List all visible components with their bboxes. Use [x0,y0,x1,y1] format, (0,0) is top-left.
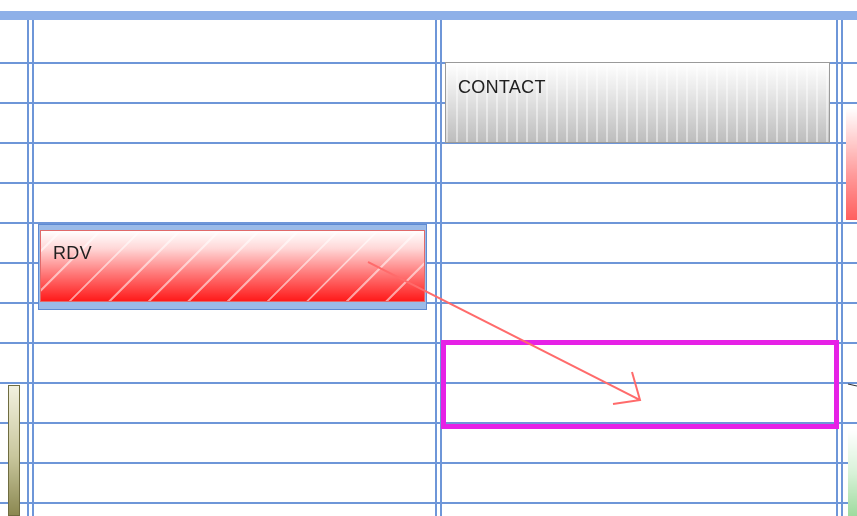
column-divider [841,20,843,516]
event-rdv-label: RDV [53,243,92,263]
column-divider [27,20,29,516]
column-divider [32,20,34,516]
calendar-day-view: CONTACT RDV [0,0,857,516]
time-slot-line [0,182,857,184]
column-divider [440,20,442,516]
partial-event-left[interactable] [8,385,20,516]
drop-target-slot[interactable] [441,340,839,429]
event-contact-label: CONTACT [458,77,546,97]
partial-event-right-red[interactable] [846,108,857,220]
column-divider [435,20,437,516]
calendar-header-bar [0,0,857,20]
column-divider [836,20,838,516]
event-contact[interactable]: CONTACT [445,62,830,143]
event-rdv[interactable]: RDV [40,230,425,302]
partial-event-right-green[interactable] [848,430,857,516]
small-marker-icon [847,383,857,387]
time-slot-line [0,502,857,504]
time-slot-line [0,462,857,464]
